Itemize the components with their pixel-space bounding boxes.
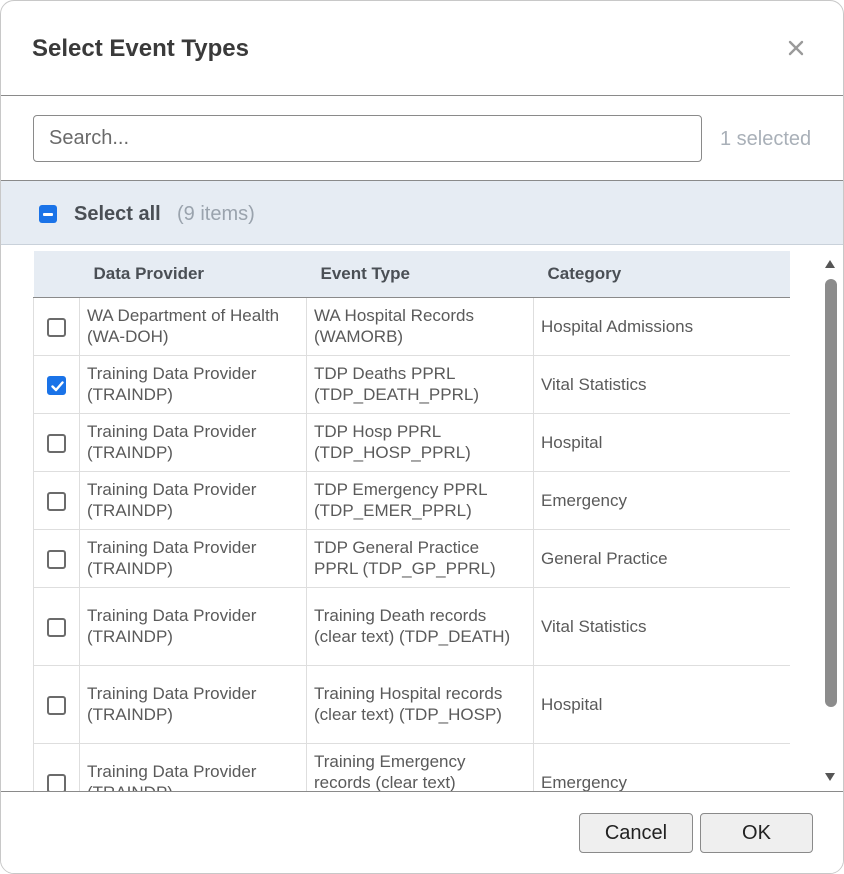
close-icon [788, 40, 804, 56]
row-checkbox-cell [33, 355, 80, 414]
cell-data-provider: Training Data Provider (TRAINDP) [79, 743, 307, 791]
table-row[interactable]: Training Data Provider (TRAINDP) TDP Emer… [33, 471, 790, 530]
cell-event-type: TDP Deaths PPRL (TDP_DEATH_PPRL) [306, 355, 534, 414]
row-checkbox[interactable] [47, 549, 66, 569]
row-checkbox-cell [33, 665, 80, 744]
cell-event-type: Training Emergency records (clear text) … [306, 743, 534, 791]
cell-data-provider: Training Data Provider (TRAINDP) [79, 529, 307, 588]
checkmark-icon [51, 380, 64, 391]
scroll-up-arrow-icon[interactable] [825, 260, 835, 268]
scrollbar-thumb[interactable] [825, 279, 837, 707]
header-checkbox-column [33, 251, 80, 298]
cell-category: Vital Statistics [533, 355, 790, 414]
select-all-bar: Select all (9 items) [1, 180, 843, 245]
row-checkbox[interactable] [47, 491, 66, 511]
ok-button[interactable]: OK [700, 813, 813, 853]
row-checkbox[interactable] [47, 695, 66, 715]
cell-data-provider: Training Data Provider (TRAINDP) [79, 471, 307, 530]
cell-category: Hospital [533, 413, 790, 472]
cell-data-provider: WA Department of Health (WA-DOH) [79, 297, 307, 356]
row-checkbox-cell [33, 471, 80, 530]
dialog-footer: Cancel OK [1, 791, 843, 873]
cell-data-provider: Training Data Provider (TRAINDP) [79, 587, 307, 666]
table-row[interactable]: Training Data Provider (TRAINDP)Training… [33, 743, 790, 791]
row-checkbox-cell [33, 529, 80, 588]
row-checkbox-cell [33, 587, 80, 666]
cell-data-provider: Training Data Provider (TRAINDP) [79, 413, 307, 472]
header-event-type[interactable]: Event Type [306, 251, 534, 298]
row-checkbox[interactable] [47, 617, 66, 637]
row-checkbox-cell [33, 413, 80, 472]
table-scrollbar[interactable] [821, 254, 839, 784]
cell-event-type: TDP General Practice PPRL (TDP_GP_PPRL) [306, 529, 534, 588]
row-checkbox-cell [33, 297, 80, 356]
event-types-table-container: Data Provider Event Type Category WA Dep… [33, 251, 790, 791]
cell-category: Hospital Admissions [533, 297, 790, 356]
cancel-button[interactable]: Cancel [579, 813, 693, 853]
cell-category: General Practice [533, 529, 790, 588]
select-all-label[interactable]: Select all [74, 202, 161, 226]
cell-data-provider: Training Data Provider (TRAINDP) [79, 355, 307, 414]
row-checkbox-cell [33, 743, 80, 791]
cell-event-type: TDP Emergency PPRL (TDP_EMER_PPRL) [306, 471, 534, 530]
indeterminate-dash-icon [43, 212, 53, 216]
search-input[interactable] [33, 115, 702, 162]
select-all-item-count: (9 items) [177, 203, 255, 225]
cell-category: Emergency [533, 471, 790, 530]
table-row[interactable]: Training Data Provider (TRAINDP) TDP Hosp… [33, 413, 790, 472]
table-row[interactable]: Training Data Provider (TRAINDP) TDP Deat… [33, 355, 790, 414]
table-row[interactable]: Training Data Provider (TRAINDP)Training… [33, 587, 790, 666]
dialog-title: Select Event Types [32, 35, 249, 62]
event-types-table: Data Provider Event Type Category WA Dep… [33, 251, 790, 791]
selected-count: 1 selected [720, 128, 812, 150]
scroll-down-arrow-icon[interactable] [825, 773, 835, 781]
select-all-checkbox[interactable] [39, 205, 57, 223]
table-header-row: Data Provider Event Type Category [33, 251, 790, 298]
table-row[interactable]: Training Data Provider (TRAINDP)Training… [33, 665, 790, 744]
cell-category: Hospital [533, 665, 790, 744]
table-row[interactable]: Training Data Provider (TRAINDP) TDP Gene… [33, 529, 790, 588]
cell-data-provider: Training Data Provider (TRAINDP) [79, 665, 307, 744]
table-row[interactable]: WA Department of Health (WA-DOH) WA Hospi… [33, 297, 790, 356]
header-category[interactable]: Category [533, 251, 790, 298]
header-data-provider[interactable]: Data Provider [79, 251, 307, 298]
cell-event-type: TDP Hosp PPRL (TDP_HOSP_PPRL) [306, 413, 534, 472]
close-button[interactable] [781, 33, 811, 63]
select-event-types-dialog: Select Event Types 1 selected Select all… [0, 0, 844, 874]
cell-event-type: Training Hospital records (clear text) (… [306, 665, 534, 744]
cell-event-type: Training Death records (clear text) (TDP… [306, 587, 534, 666]
row-checkbox[interactable] [47, 773, 66, 791]
cell-category: Emergency [533, 743, 790, 791]
dialog-header: Select Event Types [1, 1, 843, 96]
row-checkbox[interactable] [47, 317, 66, 337]
row-checkbox[interactable] [47, 375, 66, 395]
cell-category: Vital Statistics [533, 587, 790, 666]
row-checkbox[interactable] [47, 433, 66, 453]
cell-event-type: WA Hospital Records (WAMORB) [306, 297, 534, 356]
